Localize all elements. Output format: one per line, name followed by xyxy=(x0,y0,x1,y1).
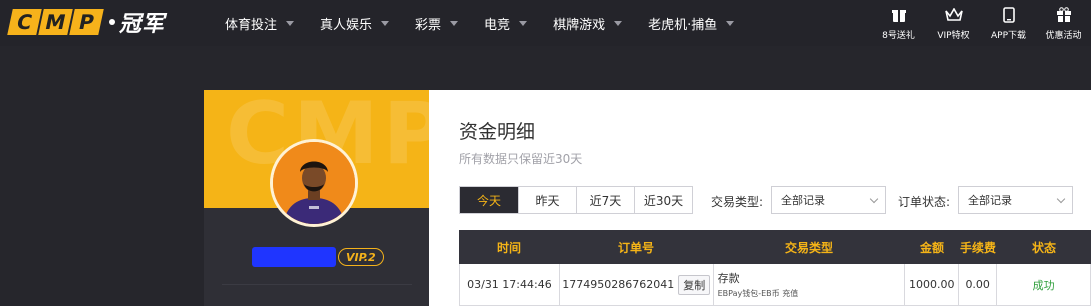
col-order-no: 订单号 xyxy=(617,240,654,255)
txn-type-detail: EBPay钱包-EB币 充值 xyxy=(717,289,799,298)
txn-type-value: 全部记录 xyxy=(781,194,825,207)
brand-logo[interactable]: C M P 冠军 xyxy=(7,8,166,37)
logo-letter-m: M xyxy=(38,9,73,35)
vip-level-badge[interactable]: VIP.2 xyxy=(338,248,384,266)
chevron-down-icon xyxy=(381,20,390,26)
quick-link-gift-8[interactable]: 8号送礼 xyxy=(871,0,926,46)
copy-button[interactable]: 复制 xyxy=(678,274,711,295)
col-time: 时间 xyxy=(496,240,521,255)
txn-type-select[interactable]: 全部记录 xyxy=(771,186,886,214)
col-amount: 金额 xyxy=(919,240,944,255)
phone-icon xyxy=(1000,6,1018,24)
logo-cn-text: 冠军 xyxy=(119,12,166,37)
top-navbar: C M P 冠军 体育投注 真人娱乐 彩票 电竞 棋牌游戏 老虎机·捕鱼 8号送… xyxy=(0,0,1091,46)
cell-fee: 0.00 xyxy=(959,264,998,305)
nav-lottery[interactable]: 彩票 xyxy=(415,14,459,33)
quick-link-label: 8号送礼 xyxy=(882,31,915,41)
profile-divider xyxy=(222,284,412,285)
nav-sports[interactable]: 体育投注 xyxy=(225,14,295,33)
order-status-select[interactable]: 全部记录 xyxy=(958,186,1073,214)
nav-card-games[interactable]: 棋牌游戏 xyxy=(553,14,623,33)
nav-label: 真人娱乐 xyxy=(320,17,373,33)
table-row: 03/31 17:44:46 1774950286762041 复制 存款 EB… xyxy=(459,264,1091,306)
nav-label: 老虎机·捕鱼 xyxy=(648,17,718,33)
tab-last-7-days[interactable]: 近7天 xyxy=(576,187,634,213)
nav-slots-fishing[interactable]: 老虎机·捕鱼 xyxy=(648,14,735,33)
main-nav: 体育投注 真人娱乐 彩票 电竞 棋牌游戏 老虎机·捕鱼 xyxy=(225,0,760,46)
order-number: 1774950286762041 xyxy=(562,278,675,291)
transactions-table: 时间 订单号 交易类型 金额 手续费 状态 03/31 17:44:46 177… xyxy=(459,230,1091,306)
avatar[interactable] xyxy=(270,139,358,227)
cell-time: 03/31 17:44:46 xyxy=(460,264,560,305)
quick-link-label: VIP特权 xyxy=(937,31,970,41)
order-status-label: 订单状态: xyxy=(898,195,951,209)
chevron-down-icon xyxy=(869,194,879,204)
logo-letter-c: C xyxy=(7,9,42,35)
quick-link-vip[interactable]: VIP特权 xyxy=(926,0,981,46)
crown-icon xyxy=(944,6,963,24)
txn-type-label: 交易类型: xyxy=(711,195,764,209)
table-header: 时间 订单号 交易类型 金额 手续费 状态 xyxy=(459,230,1091,264)
chevron-down-icon xyxy=(286,20,295,26)
order-status-value: 全部记录 xyxy=(968,194,1012,207)
chevron-down-icon xyxy=(519,20,528,26)
col-txn-type: 交易类型 xyxy=(784,240,833,255)
page-title: 资金明细 xyxy=(459,121,536,143)
nav-live-casino[interactable]: 真人娱乐 xyxy=(320,14,390,33)
chevron-down-icon xyxy=(450,20,459,26)
nav-label: 体育投注 xyxy=(225,17,278,33)
logo-dot xyxy=(109,19,115,25)
logo-letter-p: P xyxy=(69,9,104,35)
tab-yesterday[interactable]: 昨天 xyxy=(518,187,576,213)
chevron-down-icon xyxy=(614,20,623,26)
tab-last-30-days[interactable]: 近30天 xyxy=(634,187,692,213)
quick-link-promotions[interactable]: 优惠活动 xyxy=(1036,0,1091,46)
date-range-tabs: 今天 昨天 近7天 近30天 xyxy=(459,186,693,214)
gift-box-icon xyxy=(890,6,908,24)
page-subtitle: 所有数据只保留近30天 xyxy=(459,152,583,166)
cell-amount: 1000.00 xyxy=(905,264,960,305)
tab-today[interactable]: 今天 xyxy=(460,187,518,213)
profile-panel: CMP VIP.2 xyxy=(204,90,429,306)
cell-order-no: 1774950286762041 复制 xyxy=(560,264,714,305)
quick-link-label: APP下载 xyxy=(990,31,1026,41)
quick-links: 8号送礼 VIP特权 APP下载 优惠活动 xyxy=(871,0,1091,46)
nav-esports[interactable]: 电竞 xyxy=(484,14,528,33)
chevron-down-icon xyxy=(726,20,735,26)
col-fee: 手续费 xyxy=(959,240,996,255)
col-status: 状态 xyxy=(1031,240,1056,255)
cell-txn-type: 存款 EBPay钱包-EB币 充值 xyxy=(714,264,906,305)
quick-link-app[interactable]: APP下载 xyxy=(981,0,1036,46)
nav-label: 棋牌游戏 xyxy=(553,17,606,33)
nav-label: 电竞 xyxy=(484,17,511,33)
quick-link-label: 优惠活动 xyxy=(1045,31,1082,41)
txn-type-main: 存款 xyxy=(717,272,740,285)
cell-status: 成功 xyxy=(997,264,1091,305)
fund-details-panel: 资金明细 所有数据只保留近30天 今天 昨天 近7天 近30天 交易类型: 全部… xyxy=(429,90,1091,306)
nav-label: 彩票 xyxy=(415,17,442,33)
gift-icon xyxy=(1055,6,1073,24)
chevron-down-icon xyxy=(1056,194,1066,204)
username-redacted xyxy=(252,247,336,267)
